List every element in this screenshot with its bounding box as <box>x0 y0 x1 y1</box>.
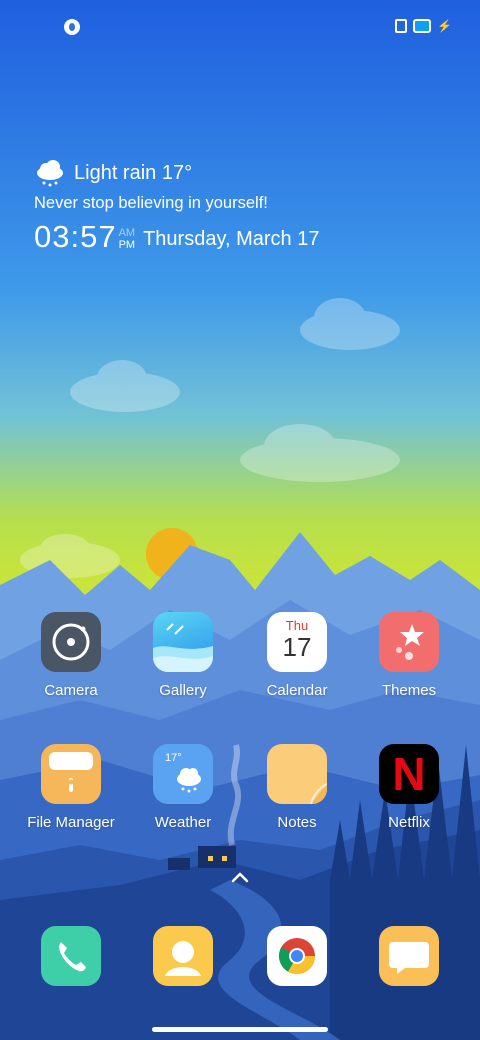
dock-contacts[interactable] <box>128 926 238 986</box>
camera-icon <box>41 612 101 672</box>
pm-label: PM <box>118 239 136 251</box>
calendar-icon: Thu 17 <box>267 612 327 672</box>
app-label: Notes <box>277 814 317 831</box>
clock-date: Thursday, March 17 <box>143 228 320 250</box>
app-gallery[interactable]: Gallery <box>128 612 238 699</box>
themes-icon <box>379 612 439 672</box>
charging-icon: ⚡ <box>437 19 452 33</box>
app-file-manager[interactable]: File Manager <box>16 744 126 831</box>
clock-time: 03:57 <box>34 219 117 254</box>
am-label: AM <box>118 227 136 239</box>
app-label: Weather <box>154 814 212 831</box>
gesture-nav-handle[interactable] <box>152 1027 328 1032</box>
netflix-letter: N <box>392 748 426 800</box>
app-label: Netflix <box>388 814 430 831</box>
app-calendar[interactable]: Thu 17 Calendar <box>242 612 352 699</box>
app-label: Gallery <box>159 682 207 699</box>
app-label: Camera <box>44 682 98 699</box>
app-notification-icon <box>64 19 80 35</box>
motto-text: Never stop believing in yourself! <box>34 194 268 212</box>
app-weather[interactable]: 17° Weather <box>128 744 238 831</box>
file-manager-icon <box>41 744 101 804</box>
app-label: File Manager <box>27 814 115 831</box>
app-netflix[interactable]: N Netflix <box>354 744 464 831</box>
status-icons: ⚡ <box>395 19 452 33</box>
weather-condition: Light rain 17° <box>74 161 193 184</box>
weather-icon: 17° <box>153 744 213 804</box>
chrome-icon <box>267 926 327 986</box>
app-label: Calendar <box>266 682 328 699</box>
calendar-date: 17 <box>282 632 312 662</box>
nfc-icon <box>395 19 408 33</box>
app-notes[interactable]: Notes <box>242 744 352 831</box>
gallery-icon <box>153 612 213 672</box>
battery-icon <box>413 19 432 33</box>
dock-chrome[interactable] <box>242 926 352 986</box>
weather-clock-widget[interactable]: Light rain 17° Never stop believing in y… <box>34 158 454 255</box>
messages-icon <box>379 926 439 986</box>
dock-phone[interactable] <box>16 926 126 986</box>
phone-icon <box>41 926 101 986</box>
app-themes[interactable]: Themes <box>354 612 464 699</box>
netflix-icon: N <box>379 744 439 804</box>
notes-icon <box>267 744 327 804</box>
app-label: Themes <box>381 682 437 699</box>
dock-messages[interactable] <box>354 926 464 986</box>
status-bar: ⚡ <box>0 0 480 56</box>
chevron-up-icon[interactable] <box>229 869 251 885</box>
calendar-day: Thu <box>285 618 309 633</box>
cloud-rain-icon <box>34 158 66 188</box>
contacts-icon <box>153 926 213 986</box>
app-camera[interactable]: Camera <box>16 612 126 699</box>
am-pm-indicator: AM PM <box>119 227 136 251</box>
